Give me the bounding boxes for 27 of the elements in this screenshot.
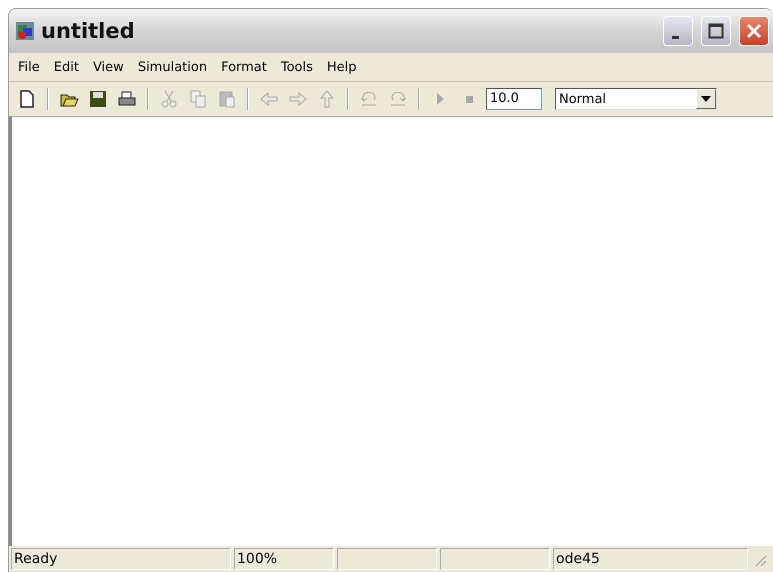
caret-icon [701, 96, 711, 102]
close-button[interactable] [739, 16, 769, 46]
menu-item[interactable]: Tools [274, 58, 320, 76]
model-icon [15, 21, 35, 41]
menu-item[interactable]: View [86, 58, 131, 76]
minimize-icon [672, 36, 679, 38]
maximize-button[interactable] [701, 16, 731, 46]
copy-icon [188, 89, 208, 109]
menu-item[interactable]: Edit [46, 58, 86, 76]
up-arrow-icon [317, 89, 337, 109]
simulation-mode-dropdown[interactable]: Normal [555, 88, 717, 110]
stop-time-field[interactable]: 10.0 [486, 88, 542, 110]
menu-item[interactable]: Format [214, 58, 274, 76]
left-arrow-icon [259, 89, 279, 109]
right-arrow-icon [288, 89, 308, 109]
menu-item[interactable]: File [11, 58, 47, 76]
zoom-level: 100% [234, 548, 334, 570]
solver-name: ode45 [553, 548, 748, 570]
clipboard-icon [217, 89, 237, 109]
close-icon [745, 22, 763, 40]
scissors-icon [159, 89, 179, 109]
minimize-button[interactable] [663, 16, 693, 46]
menu-item[interactable]: Simulation [130, 58, 214, 76]
maximize-icon [708, 23, 724, 39]
status-message: Ready [11, 548, 231, 570]
window-title: untitled [41, 19, 136, 43]
menu-item[interactable]: Help [320, 58, 364, 76]
